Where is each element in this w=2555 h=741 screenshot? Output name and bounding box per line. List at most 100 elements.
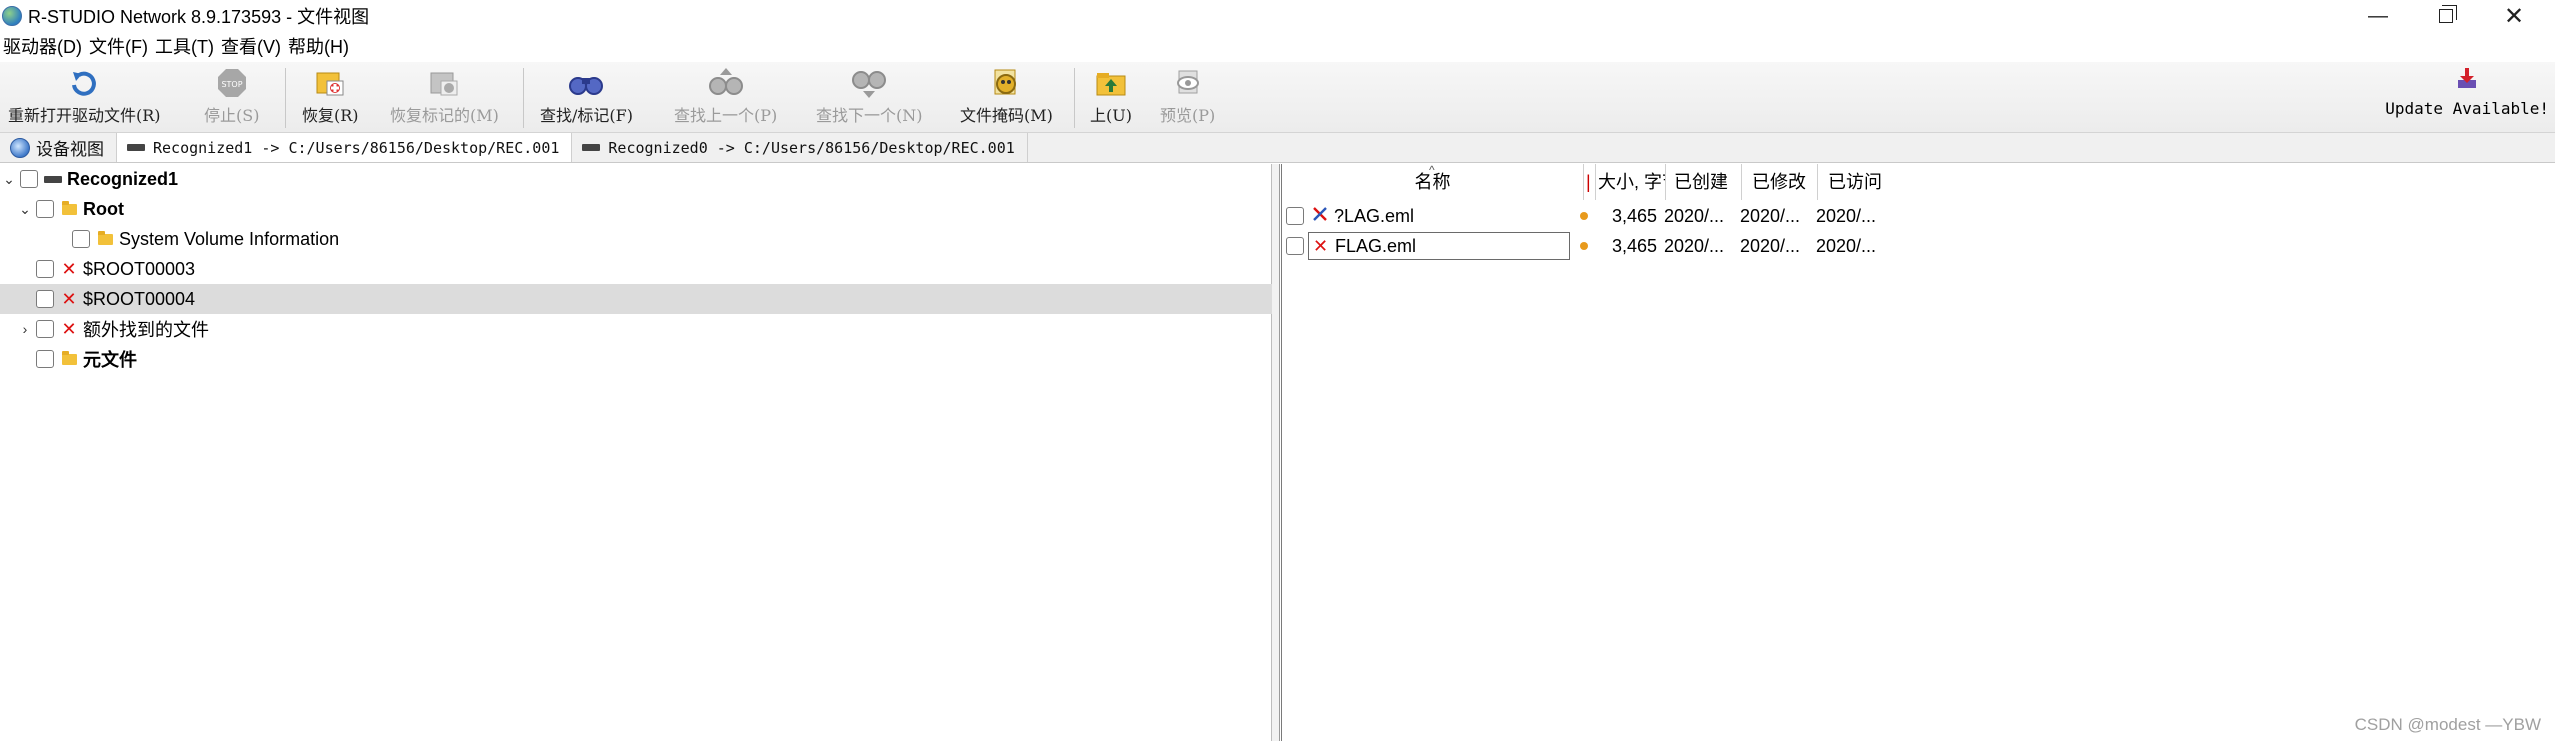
deleted-icon: ✕ [1313,236,1329,256]
refresh-icon [66,66,102,100]
file-list-panel: ^ 名称 | 大小, 字节 已创建 已修改 已访问 ?LAG.eml 3,465… [1281,164,2555,741]
drive-icon [44,170,62,188]
tree-item-recognized1[interactable]: ⌄ Recognized1 [0,164,1272,194]
file-mask-button[interactable]: 文件掩码(M) [960,66,1053,128]
file-row[interactable]: ✕ FLAG.eml 3,465 2020/... 2020/... 2020/… [1282,231,2555,261]
update-available-button[interactable]: Update Available! [2385,66,2549,118]
menu-tools[interactable]: 工具(T) [152,32,218,62]
minimize-button[interactable]: — [2344,0,2412,32]
file-mask-icon [988,66,1024,100]
file-name-cell[interactable]: ✕ FLAG.eml [1308,232,1570,260]
column-header-size[interactable]: 大小, 字节 [1596,164,1666,200]
collapse-icon[interactable]: ⌄ [2,164,16,194]
app-logo-icon [2,6,22,26]
tree-item-extra-found-files[interactable]: › ✕ 额外找到的文件 [0,314,1272,344]
file-checkbox[interactable] [1286,237,1304,255]
preview-button[interactable]: 预览(P) [1160,66,1215,128]
tree-item-metafiles[interactable]: 元文件 [0,344,1272,374]
file-modified: 2020/... [1740,235,1801,256]
file-checkbox[interactable] [1286,207,1304,225]
folder-icon [60,200,78,218]
tree-checkbox[interactable] [36,260,54,278]
tab-recognized0[interactable]: Recognized0 -> C:/Users/86156/Desktop/RE… [572,133,1028,162]
close-icon: ✕ [2503,2,2525,30]
tree-checkbox[interactable] [20,170,38,188]
deleted-icon: ✕ [61,259,77,279]
find-mark-button[interactable]: 查找/标记(F) [540,66,633,128]
view-tabs: 设备视图 Recognized1 -> C:/Users/86156/Deskt… [0,133,2555,163]
panel-splitter[interactable] [1272,164,1280,741]
recover-marked-button[interactable]: 恢复标记的(M) [390,66,499,128]
tree-item-root00004[interactable]: ✕ $ROOT00004 [0,284,1272,314]
deleted-icon: ✕ [61,289,77,309]
binoculars-icon [568,66,604,100]
file-name: ?LAG.eml [1334,205,1415,226]
tree-item-label: $ROOT00003 [83,258,196,279]
menu-help[interactable]: 帮助(H) [285,32,353,62]
stop-button[interactable]: STOP 停止(S) [204,66,259,128]
file-created: 2020/... [1664,235,1725,256]
close-button[interactable]: ✕ [2480,0,2548,32]
svg-text:STOP: STOP [221,80,242,89]
tree-checkbox[interactable] [36,350,54,368]
minimize-icon: — [2368,4,2388,27]
expand-icon[interactable]: › [18,314,32,344]
recover-button[interactable]: 恢复(R) [302,66,359,128]
folder-tree-panel: ⌄ Recognized1 ⌄ Root System Volume Infor… [0,164,1272,741]
tree-item-label: 元文件 [83,350,137,370]
download-icon [2455,66,2479,95]
restore-button[interactable] [2412,0,2480,32]
column-header-modified[interactable]: 已修改 [1742,164,1818,200]
folder-icon [60,350,78,368]
tree-item-label: 额外找到的文件 [83,320,209,340]
watermark: CSDN @modest —YBW [2354,715,2541,734]
tree-checkbox[interactable] [36,290,54,308]
menu-view[interactable]: 查看(V) [218,32,285,62]
binoculars-icon [851,66,887,100]
tree-item-label: Recognized1 [67,168,179,189]
column-header-flag[interactable]: | [1584,164,1596,200]
file-name: FLAG.eml [1335,235,1417,256]
partially-deleted-icon [1312,206,1330,227]
collapse-icon[interactable]: ⌄ [18,194,32,224]
menu-drive[interactable]: 驱动器(D) [0,32,86,62]
file-size: 3,465 [1612,205,1658,226]
status-dot [1580,242,1588,250]
tree-checkbox[interactable] [72,230,90,248]
file-row[interactable]: ?LAG.eml 3,465 2020/... 2020/... 2020/..… [1282,201,2555,231]
restore-icon [2439,5,2457,23]
file-name-cell[interactable]: ?LAG.eml [1308,202,1570,230]
find-previous-button[interactable]: 查找上一个(P) [674,66,777,128]
recover-icon [312,66,348,100]
drive-icon [127,144,145,151]
column-header-created[interactable]: 已创建 [1666,164,1742,200]
tree-checkbox[interactable] [36,320,54,338]
tree-item-root[interactable]: ⌄ Root [0,194,1272,224]
toolbar-separator [285,68,286,128]
tab-device-view[interactable]: 设备视图 [0,133,117,162]
tree-checkbox[interactable] [36,200,54,218]
find-next-button[interactable]: 查找下一个(N) [816,66,923,128]
folder-icon [96,230,114,248]
stop-icon: STOP [214,66,250,100]
file-modified: 2020/... [1740,205,1801,226]
device-view-icon [10,137,30,158]
file-created: 2020/... [1664,205,1725,226]
up-button[interactable]: 上(U) [1090,66,1132,128]
window-title: R-STUDIO Network 8.9.173593 - 文件视图 [28,7,370,27]
reopen-drive-file-button[interactable]: 重新打开驱动文件(R) [8,66,161,128]
tree-item-system-volume-information[interactable]: System Volume Information [0,224,1272,254]
binoculars-icon [708,66,744,100]
menu-bar: 驱动器(D) 文件(F) 工具(T) 查看(V) 帮助(H) [0,32,2555,62]
tree-item-root00003[interactable]: ✕ $ROOT00003 [0,254,1272,284]
title-bar: R-STUDIO Network 8.9.173593 - 文件视图 — ✕ [0,0,2555,32]
tree-item-label: $ROOT00004 [83,288,196,309]
toolbar-separator [523,68,524,128]
drive-icon [582,144,601,151]
menu-file[interactable]: 文件(F) [86,32,152,62]
tree-item-label: Root [83,198,124,219]
toolbar: 重新打开驱动文件(R) STOP 停止(S) 恢复(R) 恢复标记的(M) 查找… [0,62,2555,133]
preview-eye-icon [1170,66,1206,100]
tab-recognized1[interactable]: Recognized1 -> C:/Users/86156/Desktop/RE… [117,133,573,162]
column-header-accessed[interactable]: 已访问 [1818,164,1892,200]
